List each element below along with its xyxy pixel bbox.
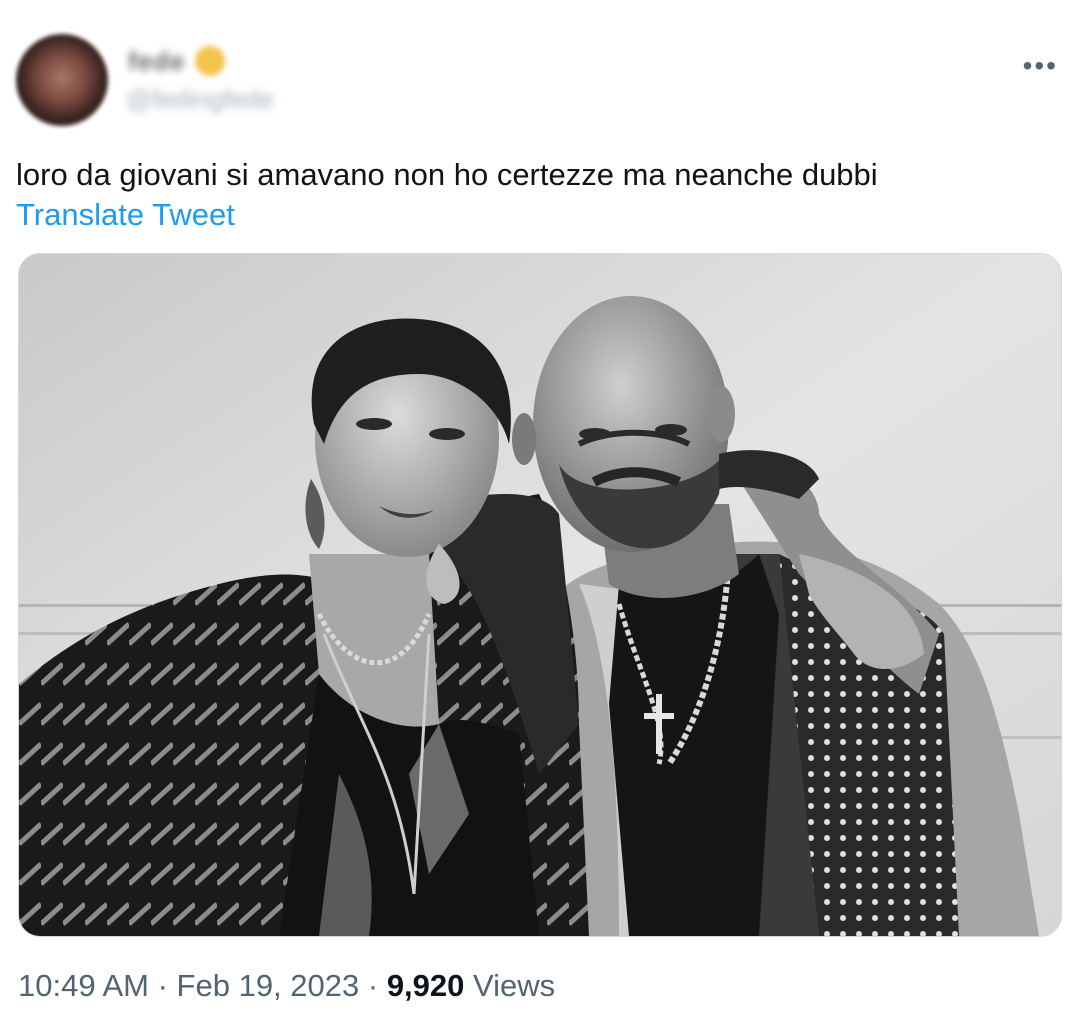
more-options-icon[interactable]: •••	[1023, 52, 1058, 80]
tweet-photo[interactable]	[18, 253, 1062, 937]
author-handle[interactable]: @fedingfede	[126, 84, 274, 115]
meta-separator-2: ·	[359, 968, 387, 1003]
photo-artwork	[19, 254, 1061, 936]
author-name-row[interactable]: fede	[128, 46, 226, 77]
tweet-time[interactable]: 10:49 AM	[18, 968, 149, 1003]
verified-badge-icon	[195, 46, 226, 76]
translate-tweet-link[interactable]: Translate Tweet	[16, 195, 235, 235]
views-count[interactable]: 9,920	[387, 968, 465, 1003]
author-avatar[interactable]	[16, 34, 108, 126]
author-display-name[interactable]: fede	[128, 46, 185, 77]
meta-separator: ·	[148, 968, 177, 1003]
views-label[interactable]: Views	[464, 968, 555, 1003]
tweet-date[interactable]: Feb 19, 2023	[177, 968, 360, 1003]
tweet-meta: 10:49 AM · Feb 19, 2023 · 9,920 Views	[18, 966, 555, 1006]
tweet-text: loro da giovani si amavano non ho certez…	[16, 157, 878, 192]
